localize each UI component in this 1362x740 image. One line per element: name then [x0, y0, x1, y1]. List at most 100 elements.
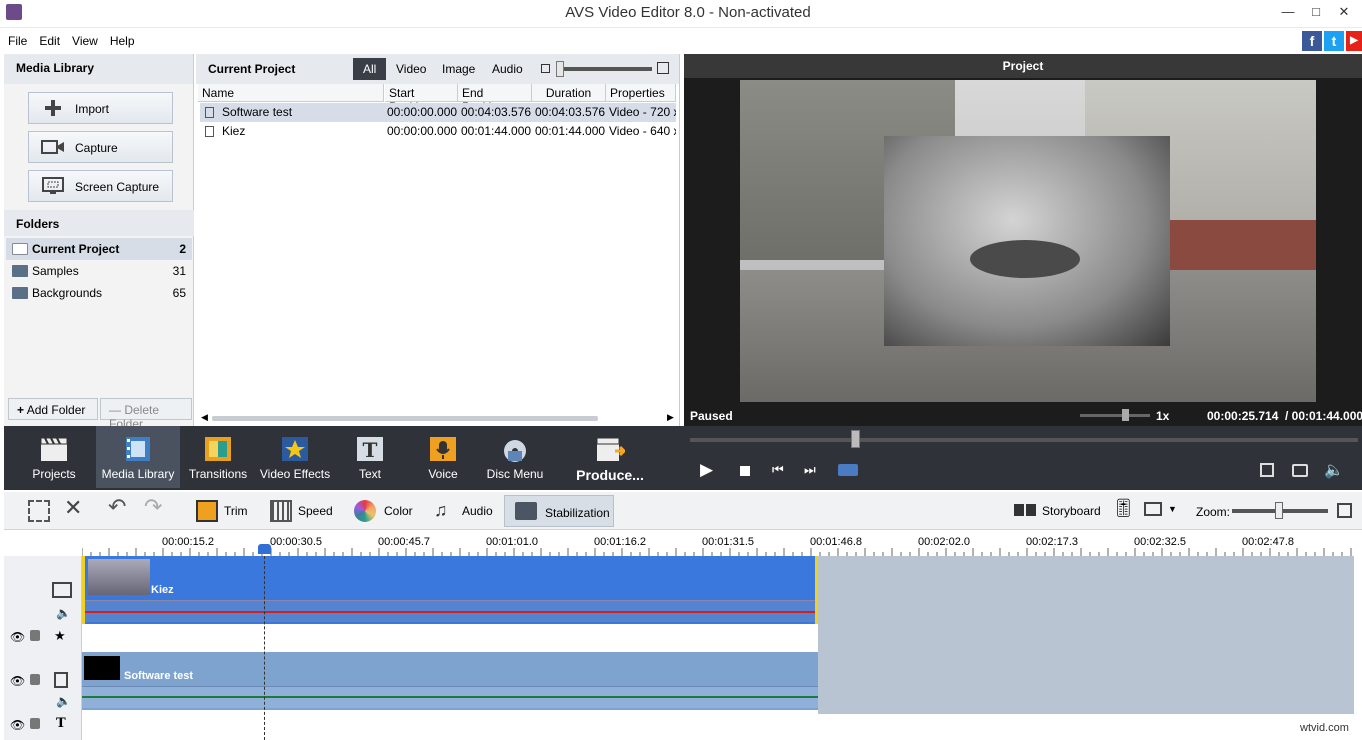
filter-image[interactable]: Image [432, 58, 485, 80]
ruler-tick-label: 00:02:17.3 [1026, 536, 1078, 548]
minimize-button[interactable]: — [1274, 2, 1302, 22]
video-clip[interactable]: Kiez [82, 556, 818, 624]
zoom-handle[interactable] [1275, 502, 1283, 519]
file-row[interactable]: Kiez 00:00:00.000 00:01:44.000 00:01:44.… [200, 122, 676, 141]
slider-handle[interactable] [556, 61, 564, 77]
volume-icon[interactable]: 🔈 [1324, 460, 1344, 480]
camera-icon [41, 138, 65, 156]
col-properties[interactable]: Properties [606, 84, 676, 102]
col-end[interactable]: End Position [458, 84, 532, 102]
thumbnail-size-slider[interactable] [556, 67, 652, 71]
speed-handle[interactable] [1122, 409, 1129, 421]
seekbar-handle[interactable] [851, 430, 860, 448]
tool-media-library[interactable]: Media Library [96, 426, 180, 488]
tool-transitions[interactable]: Transitions [182, 426, 254, 488]
youtube-icon[interactable]: ▶ [1346, 31, 1362, 51]
screen-capture-button[interactable]: Screen Capture [28, 170, 173, 202]
tool-voice[interactable]: Voice [408, 426, 478, 488]
next-frame-icon[interactable]: ⏭ [804, 462, 816, 478]
play-icon[interactable]: ▶ [700, 460, 713, 480]
previous-frame-icon[interactable]: ⏮ [772, 462, 784, 478]
timeline-cursor-line [264, 556, 265, 740]
lock-icon[interactable] [30, 718, 40, 729]
color-icon [354, 500, 376, 522]
lips [970, 240, 1080, 278]
col-duration[interactable]: Duration [532, 84, 606, 102]
color-button[interactable]: Color [354, 498, 420, 524]
scroll-left-icon[interactable]: ◀ [201, 412, 208, 423]
filter-video[interactable]: Video [386, 58, 436, 80]
snapshot-icon[interactable] [1292, 464, 1308, 477]
film-icon [52, 582, 72, 598]
audio-mixer-icon[interactable]: 🎚 [1112, 498, 1135, 524]
redo-icon[interactable]: ↷ [144, 494, 162, 520]
menu-help[interactable]: Help [102, 30, 139, 48]
visibility-icon[interactable]: 👁 [10, 630, 25, 644]
stabilization-button[interactable]: Stabilization [504, 495, 614, 527]
stabilization-icon [515, 502, 537, 520]
storyboard-icon [1014, 504, 1036, 516]
speed-slider[interactable] [1080, 414, 1150, 417]
folder-current-project[interactable]: Current Project 2 [6, 238, 192, 260]
undo-icon[interactable]: ↶ [108, 494, 126, 520]
capture-button[interactable]: Capture [28, 131, 173, 163]
audio-level-line [82, 696, 818, 698]
ruler-tick-label: 00:02:02.0 [918, 536, 970, 548]
tool-projects[interactable]: Projects [14, 426, 94, 488]
folder-icon [12, 265, 28, 277]
loop-icon[interactable] [838, 464, 858, 476]
tool-video-effects[interactable]: Video Effects [256, 426, 334, 488]
file-row[interactable]: Software test 00:00:00.000 00:04:03.576 … [200, 103, 676, 122]
project-files-panel: Current Project All Video Image Audio Na… [196, 54, 680, 426]
zoom-fit-icon[interactable] [1337, 503, 1352, 518]
project-files-header: Current Project All Video Image Audio [196, 54, 679, 84]
fullscreen-icon[interactable] [1260, 463, 1274, 477]
import-button[interactable]: Import [28, 92, 173, 124]
overlay-clip[interactable]: Software test [82, 652, 818, 710]
tool-disc-menu[interactable]: Disc Menu [480, 426, 550, 488]
menu-bar: FileEditViewHelp [0, 30, 1362, 52]
storyboard-toggle-icon[interactable] [28, 498, 50, 524]
menu-edit[interactable]: Edit [31, 30, 64, 48]
maximize-button[interactable]: □ [1302, 2, 1330, 22]
filter-all[interactable]: All [353, 58, 386, 80]
twitter-icon[interactable]: t [1324, 31, 1344, 51]
visibility-icon[interactable]: 👁 [10, 718, 25, 732]
add-folder-button[interactable]: + Add Folder [8, 398, 98, 420]
close-button[interactable]: ✕ [1330, 2, 1358, 22]
playback-seekbar[interactable] [690, 438, 1358, 442]
shopfront [1170, 220, 1316, 270]
horizontal-scrollbar[interactable] [212, 416, 598, 421]
text-track-icon: T [56, 716, 66, 731]
microphone-icon [428, 435, 458, 463]
folder-samples[interactable]: Samples 31 [6, 260, 192, 282]
tool-text[interactable]: T Text [336, 426, 404, 488]
delete-folder-button[interactable]: — Delete Folder [100, 398, 192, 420]
visibility-icon[interactable]: 👁 [10, 674, 25, 688]
title-bar: AVS Video Editor 8.0 - Non-activated — □… [0, 0, 1362, 28]
scroll-right-icon[interactable]: ▶ [667, 412, 674, 423]
col-start[interactable]: Start Position [385, 84, 458, 102]
col-name[interactable]: Name [198, 84, 384, 102]
lock-icon[interactable] [30, 674, 40, 685]
trim-button[interactable]: Trim [196, 498, 256, 524]
main-toolbar: Projects Media Library Transitions Video… [4, 426, 1362, 490]
display-options-icon[interactable]: ▼ [1144, 498, 1178, 524]
produce-button[interactable]: Produce... [564, 426, 656, 488]
facebook-icon[interactable]: f [1302, 31, 1322, 51]
filter-audio[interactable]: Audio [482, 58, 533, 80]
menu-file[interactable]: File [0, 30, 31, 48]
menu-view[interactable]: View [64, 30, 102, 48]
lock-icon[interactable] [30, 630, 40, 641]
ruler-tick-label: 00:00:15.2 [162, 536, 214, 548]
delete-icon[interactable]: ✕ [64, 495, 82, 521]
audio-button[interactable]: ♫Audio [434, 498, 498, 524]
mute-icon[interactable]: 🔈 [56, 606, 71, 620]
file-icon [205, 126, 214, 137]
storyboard-button[interactable]: Storyboard [1014, 498, 1114, 524]
playhead-marker[interactable] [258, 544, 271, 554]
stop-icon[interactable] [740, 466, 750, 476]
speed-button[interactable]: Speed [270, 498, 340, 524]
mute-icon[interactable]: 🔈 [56, 694, 71, 708]
folder-backgrounds[interactable]: Backgrounds 65 [6, 282, 192, 304]
